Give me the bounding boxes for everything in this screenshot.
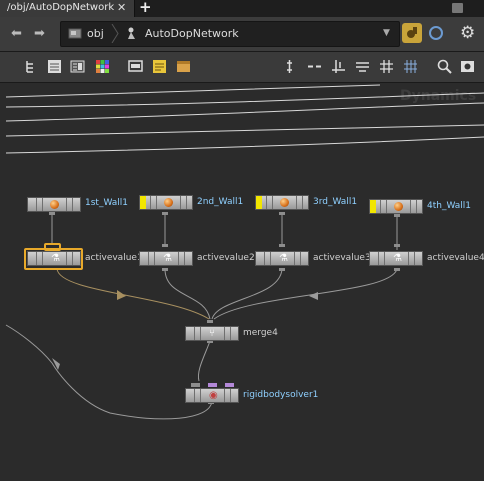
input-connector bbox=[162, 244, 168, 247]
node-label: 1st_Wall1 bbox=[85, 198, 129, 208]
wire bbox=[56, 268, 210, 320]
output-connector bbox=[394, 214, 400, 217]
node-label: activevalue3 bbox=[313, 253, 371, 263]
breadcrumb-obj[interactable]: obj bbox=[87, 27, 104, 40]
wire bbox=[211, 268, 283, 320]
node-activevalue3[interactable]: ⚗ bbox=[255, 251, 309, 266]
rbd-object-icon bbox=[50, 200, 59, 209]
breadcrumb-autodopnetwork[interactable]: AutoDopNetwork bbox=[145, 27, 239, 40]
input-connector bbox=[207, 320, 213, 323]
flask-icon: ⚗ bbox=[393, 253, 402, 264]
link-target-icon[interactable] bbox=[429, 26, 443, 40]
node-label: activevalue2 bbox=[197, 253, 255, 263]
node-activevalue2[interactable]: ⚗ bbox=[139, 251, 193, 266]
wire bbox=[197, 340, 211, 382]
wire bbox=[5, 136, 484, 154]
node-label: activevalue4 bbox=[427, 253, 484, 263]
grid-icon[interactable] bbox=[379, 59, 394, 74]
tree-icon[interactable] bbox=[24, 59, 39, 74]
breadcrumb-separator-icon bbox=[111, 24, 119, 43]
wire-arrow-icon bbox=[52, 358, 60, 370]
node-label: rigidbodysolver1 bbox=[243, 390, 319, 400]
rbd-object-icon bbox=[280, 198, 289, 207]
input-connector bbox=[208, 383, 217, 387]
wires-layer bbox=[5, 84, 484, 420]
align-icon[interactable] bbox=[282, 59, 297, 74]
wire bbox=[5, 324, 213, 420]
layout-icon[interactable] bbox=[355, 59, 370, 74]
output-connector bbox=[279, 212, 285, 215]
input-connector bbox=[279, 244, 285, 247]
network-graph[interactable]: Dynamics 1st_Wall1 2nd_Wall1 3rd_Wall1 4… bbox=[0, 83, 484, 481]
path-dropdown-icon[interactable]: ▼ bbox=[383, 28, 390, 38]
wire bbox=[213, 268, 398, 320]
node-rigidbodysolver1[interactable]: ◉ bbox=[185, 388, 239, 403]
node-1st-wall[interactable] bbox=[27, 197, 81, 212]
node-label: 2nd_Wall1 bbox=[197, 197, 244, 207]
tab-bar: /obj/AutoDopNetwork ✕ + bbox=[0, 0, 484, 17]
snap-icon[interactable] bbox=[331, 59, 346, 74]
eye-icon[interactable] bbox=[460, 59, 475, 74]
output-connector bbox=[49, 212, 55, 215]
selection-highlight bbox=[44, 243, 61, 251]
output-connector bbox=[279, 268, 285, 271]
node-label: activevalue1 bbox=[85, 253, 143, 263]
display-flag bbox=[256, 196, 262, 209]
input-connector bbox=[191, 383, 200, 387]
path-bar: ⬅ ➡ obj AutoDopNetwork ▼ ⚙ bbox=[0, 17, 484, 52]
search-icon[interactable] bbox=[437, 59, 452, 74]
rbd-object-icon bbox=[164, 198, 173, 207]
breadcrumb: obj AutoDopNetwork ▼ bbox=[60, 21, 400, 47]
node-merge4[interactable]: ⑂ bbox=[185, 326, 239, 341]
node-4th-wall[interactable] bbox=[369, 199, 423, 214]
network-tab[interactable]: /obj/AutoDopNetwork ✕ bbox=[0, 0, 135, 17]
output-connector bbox=[394, 268, 400, 271]
merge-icon: ⑂ bbox=[209, 328, 215, 339]
display-flag bbox=[370, 200, 376, 213]
add-tab-button[interactable]: + bbox=[139, 0, 152, 16]
dop-network-icon bbox=[128, 27, 135, 39]
window-maximize-icon[interactable] bbox=[452, 3, 463, 13]
flask-icon: ⚗ bbox=[51, 253, 60, 264]
forward-arrow-icon[interactable]: ➡ bbox=[34, 26, 45, 41]
node-activevalue4[interactable]: ⚗ bbox=[369, 251, 423, 266]
wire-arrow-icon bbox=[309, 292, 318, 300]
wire bbox=[5, 84, 381, 98]
node-label: merge4 bbox=[243, 328, 278, 338]
input-connector bbox=[394, 244, 400, 247]
display-flag bbox=[140, 196, 146, 209]
rbd-object-icon bbox=[394, 202, 403, 211]
flask-icon: ⚗ bbox=[163, 253, 172, 264]
node-activevalue1[interactable]: ⚗ bbox=[27, 251, 81, 266]
network-toolbar bbox=[0, 52, 484, 83]
node-2nd-wall[interactable] bbox=[139, 195, 193, 210]
box-icon[interactable] bbox=[176, 59, 191, 74]
sticky-note-icon[interactable] bbox=[152, 59, 167, 74]
solver-icon: ◉ bbox=[209, 390, 218, 401]
close-tab-icon[interactable]: ✕ bbox=[117, 1, 126, 14]
obj-network-icon bbox=[68, 28, 82, 39]
output-connector bbox=[162, 212, 168, 215]
color-palette-icon[interactable] bbox=[95, 59, 110, 74]
gear-icon[interactable]: ⚙ bbox=[460, 23, 475, 43]
back-arrow-icon[interactable]: ⬅ bbox=[11, 26, 22, 41]
wire bbox=[5, 124, 484, 137]
params-icon[interactable] bbox=[70, 59, 85, 74]
pin-icon[interactable] bbox=[402, 23, 422, 43]
screen-icon[interactable] bbox=[128, 59, 143, 74]
dash-icon[interactable] bbox=[307, 59, 322, 74]
node-3rd-wall[interactable] bbox=[255, 195, 309, 210]
node-label: 3rd_Wall1 bbox=[313, 197, 358, 207]
output-connector bbox=[162, 268, 168, 271]
flask-icon: ⚗ bbox=[279, 253, 288, 264]
wire bbox=[164, 268, 211, 320]
tab-title: /obj/AutoDopNetwork bbox=[7, 2, 115, 13]
list-icon[interactable] bbox=[47, 59, 62, 74]
input-connector bbox=[225, 383, 234, 387]
node-label: 4th_Wall1 bbox=[427, 201, 472, 211]
grid-alt-icon[interactable] bbox=[403, 59, 418, 74]
